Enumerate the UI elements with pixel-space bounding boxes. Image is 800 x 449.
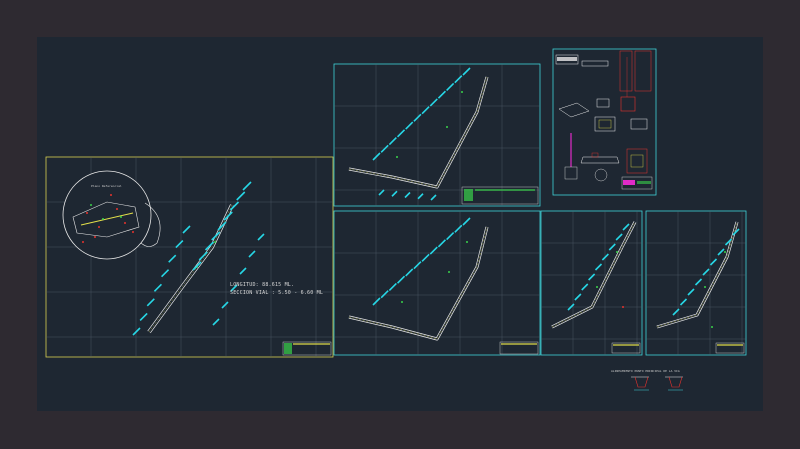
section-mark xyxy=(462,217,471,226)
section-mark xyxy=(372,297,381,306)
section-mark xyxy=(146,298,155,307)
cad-model-space[interactable]: LONGITUD: 88.615 ML. SECCION VIAL : 5.50… xyxy=(37,37,763,411)
section-mark xyxy=(175,240,184,249)
section-mark xyxy=(248,250,256,258)
section-mark xyxy=(687,288,695,296)
sheet-plan-3 xyxy=(333,210,541,356)
section-mark xyxy=(413,113,422,122)
road-centerline xyxy=(656,221,738,328)
node-point xyxy=(396,156,398,158)
node-point xyxy=(94,236,96,238)
section-mark xyxy=(413,261,422,270)
node-point xyxy=(616,251,618,253)
node-point xyxy=(90,204,92,206)
section-mark xyxy=(396,129,406,138)
section-note: SECCION VIAL : 5.50 - 6.60 ML xyxy=(230,290,324,296)
section-mark xyxy=(405,268,414,277)
node-point xyxy=(102,218,104,220)
node-point xyxy=(401,301,403,303)
node-point xyxy=(711,326,713,328)
section-mark xyxy=(694,278,703,286)
section-mark xyxy=(421,106,430,115)
node-point xyxy=(596,286,598,288)
section-mark xyxy=(574,293,582,301)
section-mark xyxy=(437,239,447,248)
section-mark xyxy=(608,243,616,251)
section-mark xyxy=(242,181,252,191)
section-mark xyxy=(396,275,406,284)
bottom-section-detail xyxy=(631,376,683,391)
node-point xyxy=(86,212,88,214)
section-mark xyxy=(132,327,141,336)
node-point xyxy=(120,216,122,218)
sheet-plan-2 xyxy=(333,63,541,207)
node-point xyxy=(461,91,463,93)
sheet-plan-4 xyxy=(540,210,643,356)
road-fill xyxy=(147,204,234,333)
section-mark xyxy=(594,263,603,271)
section-mark xyxy=(153,283,162,292)
section-mark xyxy=(462,67,471,76)
sheet-plan-overall xyxy=(45,156,334,358)
node-point xyxy=(214,241,216,243)
section-mark xyxy=(257,233,265,241)
node-point xyxy=(448,271,450,273)
section-mark xyxy=(380,290,389,299)
drawing-canvas[interactable] xyxy=(37,37,763,411)
section-mark xyxy=(404,191,411,199)
section-mark xyxy=(622,223,630,231)
node-point xyxy=(98,226,100,228)
node-point xyxy=(622,306,624,308)
section-mark xyxy=(378,189,385,196)
section-mark xyxy=(446,82,455,92)
node-point xyxy=(704,286,706,288)
section-mark xyxy=(430,194,437,201)
section-mark xyxy=(372,152,381,161)
node-point xyxy=(116,208,118,210)
section-mark xyxy=(236,191,246,201)
node-point xyxy=(724,251,726,253)
section-mark xyxy=(421,253,430,262)
section-mark xyxy=(388,136,397,146)
section-mark xyxy=(405,121,414,130)
section-mark xyxy=(615,233,623,241)
section-mark xyxy=(437,90,447,99)
sheet-details xyxy=(552,48,657,196)
section-mark xyxy=(161,269,170,278)
section-mark xyxy=(429,98,438,107)
sheet-plan-5 xyxy=(645,210,747,356)
node-point xyxy=(132,231,134,233)
length-note: LONGITUD: 88.615 ML. xyxy=(230,282,295,288)
road-alignment xyxy=(147,204,234,334)
node-point xyxy=(446,126,448,128)
section-mark xyxy=(391,190,398,197)
section-mark xyxy=(454,75,463,84)
node-point xyxy=(466,241,468,243)
section-mark xyxy=(182,225,191,234)
bottom-note: ALINEAMIENTO PUNTO PRINCIPAL DE LA VIA xyxy=(611,369,680,373)
section-mark xyxy=(581,283,589,291)
section-mark xyxy=(139,312,148,321)
section-mark xyxy=(702,268,710,276)
section-mark xyxy=(221,301,229,309)
section-mark xyxy=(446,231,455,241)
section-mark xyxy=(388,282,397,292)
node-point xyxy=(110,194,112,196)
section-mark xyxy=(679,298,688,306)
section-mark xyxy=(239,267,247,275)
section-mark xyxy=(212,318,220,326)
section-mark xyxy=(709,258,718,266)
detail-label: Plano Referencial xyxy=(91,184,122,188)
node-point xyxy=(82,241,84,243)
section-mark xyxy=(417,193,424,200)
road-fill xyxy=(656,221,738,328)
road-edge xyxy=(656,221,739,329)
section-marks xyxy=(132,181,265,336)
section-mark xyxy=(168,254,177,263)
section-mark xyxy=(717,248,725,256)
section-mark xyxy=(601,253,609,261)
section-mark xyxy=(380,144,389,153)
section-mark xyxy=(454,224,463,233)
node-point xyxy=(124,222,126,224)
